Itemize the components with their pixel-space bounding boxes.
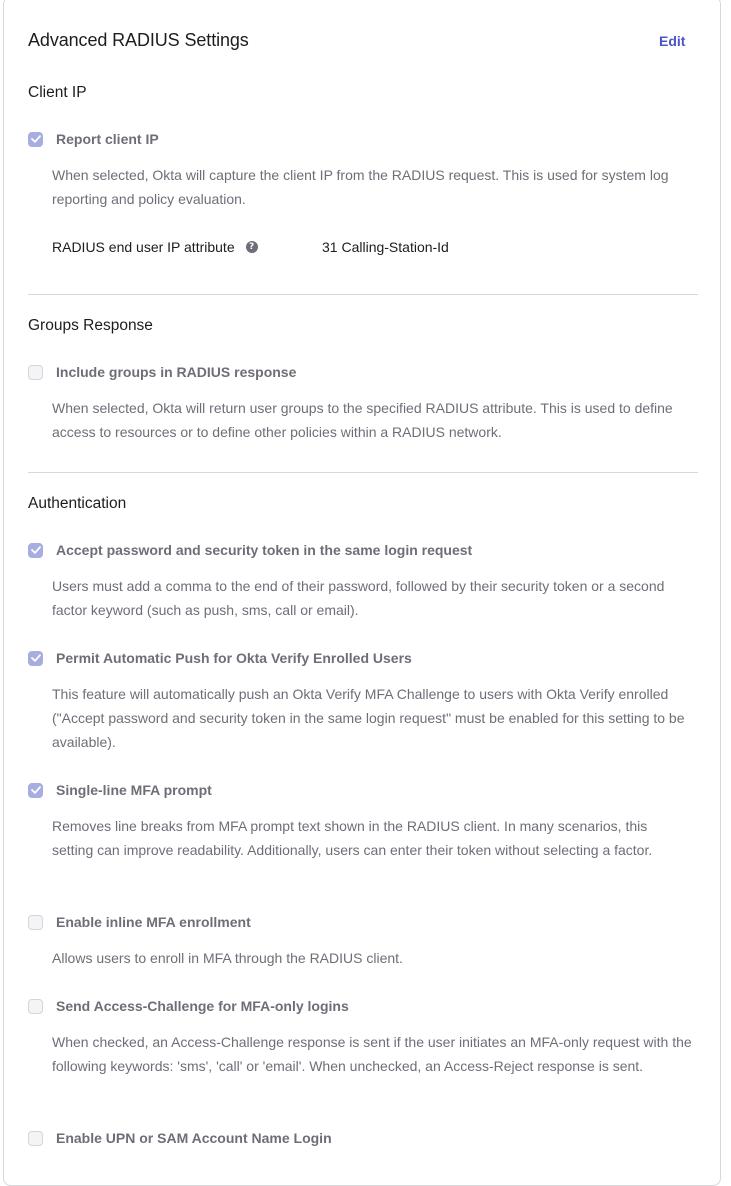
include-groups-checkbox[interactable]	[28, 364, 43, 380]
inline-mfa-enrollment-description: Allows users to enroll in MFA through th…	[52, 950, 403, 966]
divider	[28, 294, 698, 295]
checkbox-row-report-client-ip[interactable]: Report client IP	[28, 130, 159, 148]
accept-password-token-label[interactable]: Accept password and security token in th…	[56, 542, 472, 558]
section-title-client-ip: Client IP	[28, 84, 87, 101]
ip-attribute-label: RADIUS end user IP attribute	[52, 239, 235, 255]
include-groups-label[interactable]: Include groups in RADIUS response	[56, 364, 296, 380]
report-client-ip-label[interactable]: Report client IP	[56, 131, 159, 147]
access-challenge-label[interactable]: Send Access-Challenge for MFA-only login…	[56, 998, 349, 1014]
include-groups-description: When selected, Okta will return user gro…	[52, 400, 673, 440]
inline-mfa-enrollment-label[interactable]: Enable inline MFA enrollment	[56, 914, 251, 930]
single-line-mfa-checkbox[interactable]	[28, 782, 43, 798]
automatic-push-checkbox[interactable]	[28, 650, 43, 666]
report-client-ip-checkbox[interactable]	[28, 131, 43, 147]
inline-mfa-enrollment-checkbox[interactable]	[28, 914, 43, 930]
checkbox-row-upn-sam-login[interactable]: Enable UPN or SAM Account Name Login	[28, 1129, 332, 1147]
report-client-ip-description: When selected, Okta will capture the cli…	[52, 167, 669, 207]
automatic-push-label[interactable]: Permit Automatic Push for Okta Verify En…	[56, 650, 412, 666]
edit-button[interactable]: Edit	[659, 33, 685, 49]
access-challenge-checkbox[interactable]	[28, 998, 43, 1014]
section-title-authentication: Authentication	[28, 495, 127, 512]
help-icon-glyph: ?	[248, 241, 255, 252]
checkbox-row-single-line-mfa[interactable]: Single-line MFA prompt	[28, 781, 212, 799]
checkbox-row-include-groups[interactable]: Include groups in RADIUS response	[28, 363, 296, 381]
access-challenge-description: When checked, an Access-Challenge respon…	[52, 1034, 692, 1074]
ip-attribute-row: RADIUS end user IP attribute ? 31 Callin…	[52, 237, 449, 257]
accept-password-token-checkbox[interactable]	[28, 542, 43, 558]
checkbox-row-automatic-push[interactable]: Permit Automatic Push for Okta Verify En…	[28, 649, 412, 667]
divider	[28, 472, 698, 473]
upn-sam-login-checkbox[interactable]	[28, 1130, 43, 1146]
check-icon	[30, 546, 41, 554]
card-title: Advanced RADIUS Settings	[28, 30, 249, 50]
automatic-push-description: This feature will automatically push an …	[52, 686, 685, 750]
checkbox-row-inline-mfa-enrollment[interactable]: Enable inline MFA enrollment	[28, 913, 251, 931]
single-line-mfa-label[interactable]: Single-line MFA prompt	[56, 782, 212, 798]
section-title-groups-response: Groups Response	[28, 317, 153, 334]
checkbox-row-access-challenge[interactable]: Send Access-Challenge for MFA-only login…	[28, 997, 349, 1015]
accept-password-token-description: Users must add a comma to the end of the…	[52, 578, 665, 618]
help-icon[interactable]: ?	[245, 241, 258, 253]
check-icon	[30, 786, 41, 794]
checkbox-row-accept-password-token[interactable]: Accept password and security token in th…	[28, 541, 472, 559]
single-line-mfa-description: Removes line breaks from MFA prompt text…	[52, 818, 653, 858]
check-icon	[30, 654, 41, 662]
ip-attribute-value: 31 Calling-Station-Id	[322, 239, 449, 255]
check-icon	[30, 135, 41, 143]
advanced-radius-settings-card: Advanced RADIUS Settings Edit Client IP …	[3, 0, 721, 1186]
upn-sam-login-label[interactable]: Enable UPN or SAM Account Name Login	[56, 1130, 332, 1146]
